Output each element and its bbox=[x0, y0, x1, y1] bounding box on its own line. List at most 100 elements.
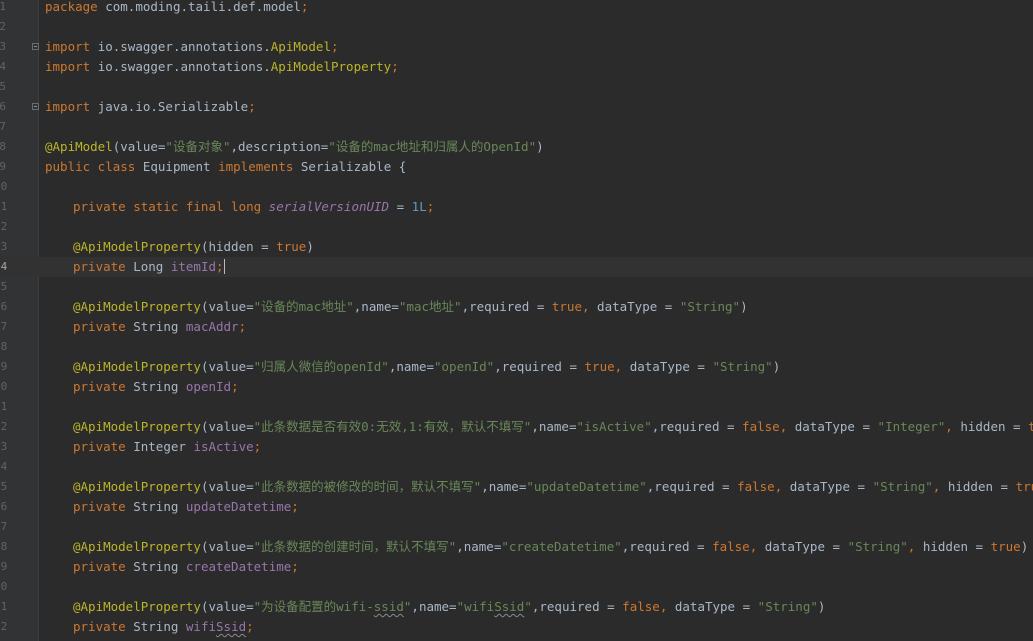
code-token: true bbox=[1028, 419, 1033, 434]
code-text: private static final long serialVersionU… bbox=[73, 197, 434, 217]
code-token: false bbox=[622, 599, 660, 614]
code-token: (value= bbox=[200, 359, 254, 374]
code-line[interactable]: 18 bbox=[0, 337, 1033, 357]
code-token: ; bbox=[238, 319, 247, 334]
line-number: 5 bbox=[0, 80, 6, 93]
code-token: , bbox=[774, 479, 790, 494]
code-token: ,name= bbox=[531, 419, 577, 434]
code-token: ; bbox=[300, 0, 309, 14]
code-token: ApiModel bbox=[270, 39, 331, 54]
code-line[interactable]: 29 private String createDatetime; bbox=[0, 557, 1033, 577]
code-token: Long bbox=[133, 259, 171, 274]
code-line[interactable]: 25 @ApiModelProperty(value="此条数据的被修改的时间，默… bbox=[0, 477, 1033, 497]
code-token: private bbox=[73, 319, 134, 334]
line-number: 26 bbox=[0, 500, 8, 513]
code-token: (value= bbox=[200, 599, 254, 614]
code-text: @ApiModel(value="设备对象",description="设备的m… bbox=[45, 137, 544, 157]
code-token: "String" bbox=[679, 299, 741, 314]
code-token: Serializable { bbox=[300, 159, 407, 174]
code-line[interactable]: 10 bbox=[0, 177, 1033, 197]
code-line[interactable]: 16 @ApiModelProperty(value="设备的mac地址",nam… bbox=[0, 297, 1033, 317]
line-number: 14 bbox=[0, 260, 8, 273]
code-line[interactable]: 19 @ApiModelProperty(value="归属人微信的openId"… bbox=[0, 357, 1033, 377]
code-token: " bbox=[524, 599, 532, 614]
code-line[interactable]: 26 private String updateDatetime; bbox=[0, 497, 1033, 517]
code-text: public class Equipment implements Serial… bbox=[45, 157, 406, 177]
code-token: private bbox=[73, 619, 134, 634]
code-text: @ApiModelProperty(value="此条数据是否有效0:无效,1:… bbox=[73, 417, 1033, 437]
code-token: @ApiModelProperty bbox=[73, 239, 201, 254]
code-token: ) bbox=[772, 359, 781, 374]
code-token: ,description= bbox=[230, 139, 329, 154]
code-line[interactable]: 20 private String openId; bbox=[0, 377, 1033, 397]
line-number: 15 bbox=[0, 280, 8, 293]
code-token: ,required = bbox=[651, 419, 743, 434]
code-token: createDatetime bbox=[185, 559, 292, 574]
code-area[interactable]: 1 package com.moding.taili.def.model; 2 3 im… bbox=[0, 0, 1033, 641]
code-line[interactable]: 11 private static final long serialVersio… bbox=[0, 197, 1033, 217]
code-line[interactable]: 9 public class Equipment implements Seria… bbox=[0, 157, 1033, 177]
code-line[interactable]: 7 bbox=[0, 117, 1033, 137]
code-text: private Long itemId; bbox=[73, 257, 225, 277]
code-token: true bbox=[1015, 479, 1033, 494]
code-line[interactable]: 5 bbox=[0, 77, 1033, 97]
code-token: "createDatetime" bbox=[501, 539, 622, 554]
code-line[interactable]: 32 private String wifiSsid; bbox=[0, 617, 1033, 637]
code-line[interactable]: 12 bbox=[0, 217, 1033, 237]
code-token: isActive bbox=[193, 439, 254, 454]
code-token: @ApiModelProperty bbox=[73, 359, 201, 374]
code-token: , bbox=[945, 419, 961, 434]
code-line[interactable]: 3 import io.swagger.annotations.ApiModel; bbox=[0, 37, 1033, 57]
code-token: import bbox=[45, 59, 98, 74]
code-line[interactable]: 14 private Long itemId; bbox=[0, 257, 1033, 277]
code-text: package com.moding.taili.def.model; bbox=[45, 0, 308, 17]
line-number: 2 bbox=[0, 20, 6, 33]
code-line[interactable]: 24 bbox=[0, 457, 1033, 477]
code-line[interactable]: 28 @ApiModelProperty(value="此条数据的创建时间，默认不… bbox=[0, 537, 1033, 557]
code-text: private String updateDatetime; bbox=[73, 497, 299, 517]
code-token: Ssid bbox=[216, 619, 247, 634]
code-token: ; bbox=[331, 39, 339, 54]
code-token: , bbox=[907, 539, 923, 554]
code-token: "设备对象" bbox=[165, 139, 231, 154]
line-number: 28 bbox=[0, 540, 8, 553]
line-number: 8 bbox=[0, 140, 6, 153]
code-line[interactable]: 22 @ApiModelProperty(value="此条数据是否有效0:无效,… bbox=[0, 417, 1033, 437]
code-line[interactable]: 31 @ApiModelProperty(value="为设备配置的wifi-ss… bbox=[0, 597, 1033, 617]
code-token: java.io.Serializable bbox=[97, 99, 249, 114]
code-line[interactable]: 23 private Integer isActive; bbox=[0, 437, 1033, 457]
code-token: ; bbox=[426, 199, 435, 214]
code-line[interactable]: 21 bbox=[0, 397, 1033, 417]
code-token: private static final long bbox=[73, 199, 269, 214]
code-text: @ApiModelProperty(value="此条数据的被修改的时间，默认不… bbox=[73, 477, 1033, 497]
code-token: Ssid bbox=[494, 599, 525, 614]
code-line[interactable]: 2 bbox=[0, 17, 1033, 37]
code-line[interactable]: 30 bbox=[0, 577, 1033, 597]
code-text: private Integer isActive; bbox=[73, 437, 261, 457]
fold-toggle-icon[interactable] bbox=[32, 103, 39, 110]
code-line[interactable]: 8 @ApiModel(value="设备对象",description="设备的… bbox=[0, 137, 1033, 157]
code-line[interactable]: 15 bbox=[0, 277, 1033, 297]
code-token: public class bbox=[45, 159, 143, 174]
code-token: ,required = bbox=[646, 479, 738, 494]
code-token: "wifi bbox=[456, 599, 495, 614]
line-number: 1 bbox=[0, 0, 6, 13]
code-token: false bbox=[742, 419, 780, 434]
code-line[interactable]: 27 bbox=[0, 517, 1033, 537]
code-token: private bbox=[73, 379, 134, 394]
code-editor[interactable]: 1 package com.moding.taili.def.model; 2 3 im… bbox=[0, 0, 1033, 641]
code-line[interactable]: 4 import io.swagger.annotations.ApiModelP… bbox=[0, 57, 1033, 77]
code-line[interactable]: 1 package com.moding.taili.def.model; bbox=[0, 0, 1033, 17]
code-token: "isActive" bbox=[576, 419, 652, 434]
code-token: dataType = bbox=[674, 599, 758, 614]
code-line[interactable]: 17 private String macAddr; bbox=[0, 317, 1033, 337]
code-token: dataType = bbox=[794, 419, 878, 434]
code-token: dataType = bbox=[789, 479, 873, 494]
code-token: "此条数据是否有效0:无效,1:有效，默认不填写" bbox=[253, 419, 532, 434]
code-line[interactable]: 13 @ApiModelProperty(hidden = true) bbox=[0, 237, 1033, 257]
line-number: 32 bbox=[0, 620, 8, 633]
code-line[interactable]: 6 import java.io.Serializable; bbox=[0, 97, 1033, 117]
code-token: @ApiModel bbox=[45, 139, 113, 154]
code-token: (value= bbox=[200, 539, 254, 554]
fold-toggle-icon[interactable] bbox=[32, 43, 39, 50]
